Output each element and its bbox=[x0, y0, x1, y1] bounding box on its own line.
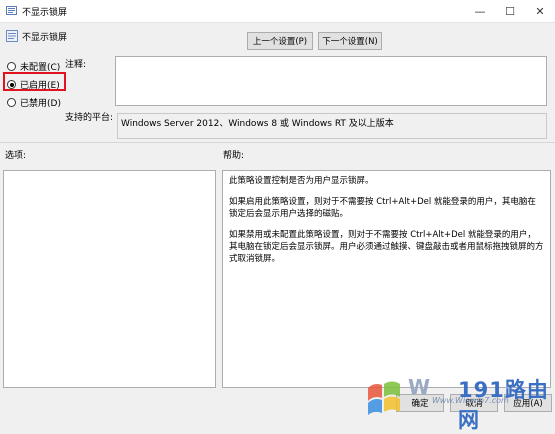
help-panel: 此策略设置控制是否为用户显示锁屏。 如果启用此策略设置，则对于不需要按 Ctrl… bbox=[222, 170, 551, 388]
options-panel bbox=[3, 170, 216, 388]
window-title: 不显示锁屏 bbox=[22, 8, 68, 18]
radio-circle bbox=[7, 62, 16, 71]
help-paragraph: 如果禁用或未配置此策略设置，则对于不需要按 Ctrl+Alt+Del 就能登录的… bbox=[229, 230, 544, 264]
policy-name: 不显示锁屏 bbox=[22, 33, 68, 43]
maximize-button[interactable]: ☐ bbox=[495, 0, 525, 22]
title-bar: 不显示锁屏 — ☐ ✕ bbox=[0, 0, 555, 23]
supported-on-value: Windows Server 2012、Windows 8 或 Windows … bbox=[117, 113, 547, 139]
comment-label: 注释: bbox=[65, 60, 87, 70]
close-button[interactable]: ✕ bbox=[525, 0, 555, 22]
options-label: 选项: bbox=[5, 151, 27, 161]
policy-icon bbox=[6, 6, 17, 15]
help-paragraph: 如果启用此策略设置，则对于不需要按 Ctrl+Alt+Del 就能登录的用户，其… bbox=[229, 197, 536, 219]
radio-circle bbox=[7, 98, 16, 107]
help-paragraph: 此策略设置控制是否为用户显示锁屏。 bbox=[229, 176, 374, 186]
policy-setting-icon bbox=[6, 30, 18, 42]
next-setting-button[interactable]: 下一个设置(N) bbox=[318, 32, 382, 50]
highlight-box bbox=[3, 72, 66, 91]
watermark-subtext: Www.Winwin7.com bbox=[432, 396, 509, 405]
minimize-icon: — bbox=[474, 4, 486, 18]
help-label: 帮助: bbox=[223, 151, 245, 161]
radio-label: 已禁用(D) bbox=[20, 99, 61, 109]
radio-disabled[interactable]: 已禁用(D) bbox=[7, 96, 61, 109]
minimize-button[interactable]: — bbox=[465, 0, 495, 22]
comment-field[interactable] bbox=[115, 56, 547, 106]
previous-setting-button[interactable]: 上一个设置(P) bbox=[247, 32, 313, 50]
divider bbox=[0, 142, 555, 143]
maximize-icon: ☐ bbox=[505, 4, 515, 18]
svg-text:W: W bbox=[408, 375, 430, 399]
supported-on-label: 支持的平台: bbox=[65, 113, 114, 123]
close-icon: ✕ bbox=[535, 4, 545, 18]
